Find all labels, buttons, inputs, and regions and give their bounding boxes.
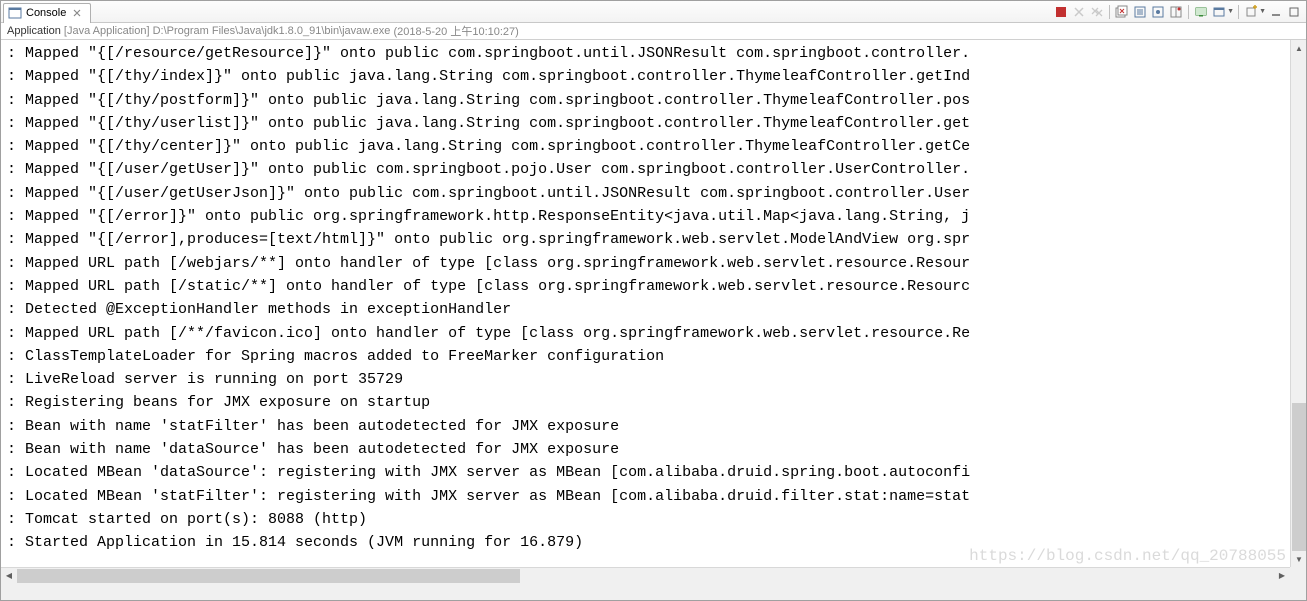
launch-type: [Java Application] [64,25,150,37]
minimize-icon[interactable] [1268,4,1284,20]
scroll-lock-icon[interactable] [1132,4,1148,20]
launch-timestamp: (2018-5-20 上午10:10:27) [393,23,518,39]
dropdown-arrow-icon[interactable]: ▼ [1227,8,1234,15]
scroll-thumb-horizontal[interactable] [17,569,520,583]
scroll-thumb-vertical[interactable] [1292,403,1306,552]
pin-icon[interactable] [1168,4,1184,20]
display-icon[interactable] [1193,4,1209,20]
console-output[interactable]: : Mapped "{[/resource/getResource]}" ont… [1,40,1306,583]
new-console-icon[interactable] [1243,4,1259,20]
console-icon [8,6,22,20]
terminate-icon[interactable] [1053,4,1069,20]
console-tab[interactable]: Console [3,3,91,23]
console-area: : Mapped "{[/resource/getResource]}" ont… [1,40,1306,583]
scroll-corner [1290,567,1306,583]
scroll-right-arrow[interactable]: ▶ [1274,568,1290,584]
clear-icon[interactable] [1114,4,1130,20]
remove-all-icon[interactable] [1089,4,1105,20]
launch-bar: Application [Java Application] D:\Progra… [1,23,1306,40]
remove-launch-icon[interactable] [1071,4,1087,20]
word-wrap-icon[interactable] [1150,4,1166,20]
separator [1188,5,1189,19]
separator [1109,5,1110,19]
scroll-down-arrow[interactable]: ▼ [1291,551,1306,567]
tab-title: Console [26,7,66,19]
tab-bar: Console [1,1,1306,23]
tab-area: Console [3,1,91,22]
open-console-icon[interactable] [1211,4,1227,20]
scroll-up-arrow[interactable]: ▲ [1291,40,1306,56]
horizontal-scrollbar[interactable]: ◀ ▶ [1,567,1290,583]
separator [1238,5,1239,19]
close-icon[interactable] [70,6,84,20]
launch-path: D:\Program Files\Java\jdk1.8.0_91\bin\ja… [153,25,391,37]
scroll-left-arrow[interactable]: ◀ [1,568,17,584]
dropdown-arrow-icon[interactable]: ▼ [1259,8,1266,15]
maximize-icon[interactable] [1286,4,1302,20]
vertical-scrollbar[interactable]: ▲ ▼ [1290,40,1306,567]
toolbar: ▼ ▼ [1053,4,1304,20]
launch-name: Application [7,25,61,37]
